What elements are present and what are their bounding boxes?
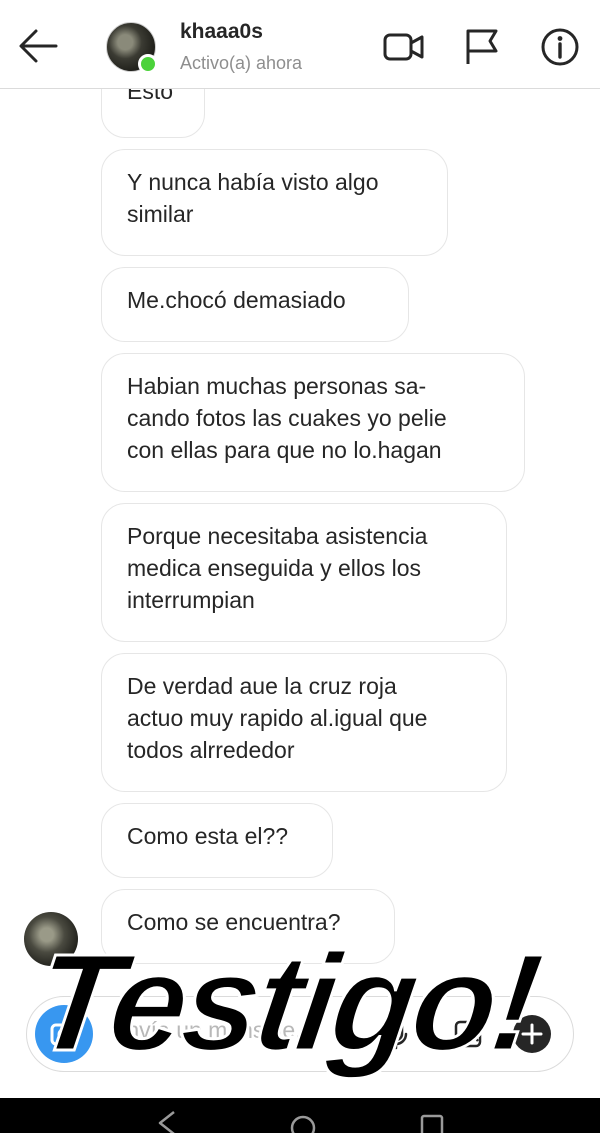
activity-status: Activo(a) ahora (180, 53, 303, 73)
message-bubble[interactable]: De verdad aue la cruz roja actuo muy rap… (101, 653, 507, 792)
video-call-icon[interactable] (382, 26, 424, 68)
message-bubble[interactable]: Como esta el?? (101, 803, 333, 878)
active-status-dot (138, 54, 158, 74)
message-bubble[interactable]: Y nunca había visto algo similar (101, 149, 448, 256)
android-nav-bar (0, 1098, 600, 1138)
message-bubble[interactable]: Esto (101, 88, 205, 138)
back-arrow-icon[interactable] (14, 22, 62, 70)
chat-header: khaaa0s Activo(a) ahora (0, 0, 600, 89)
flag-icon[interactable] (462, 26, 504, 68)
testigo-sticker: Testigo! (24, 925, 548, 1082)
nav-back-icon[interactable] (148, 1108, 188, 1135)
username[interactable]: khaaa0s (180, 20, 263, 44)
nav-home-icon[interactable] (283, 1108, 323, 1138)
message-bubble[interactable]: Me.chocó demasiado (101, 267, 409, 342)
message-bubble[interactable]: Porque necesitaba asistencia medica ense… (101, 503, 507, 642)
nav-recents-icon[interactable] (412, 1108, 452, 1138)
message-bubble[interactable]: Habian muchas personas sa- cando fotos l… (101, 353, 525, 492)
avatar[interactable] (106, 22, 158, 74)
info-icon[interactable] (539, 26, 581, 68)
